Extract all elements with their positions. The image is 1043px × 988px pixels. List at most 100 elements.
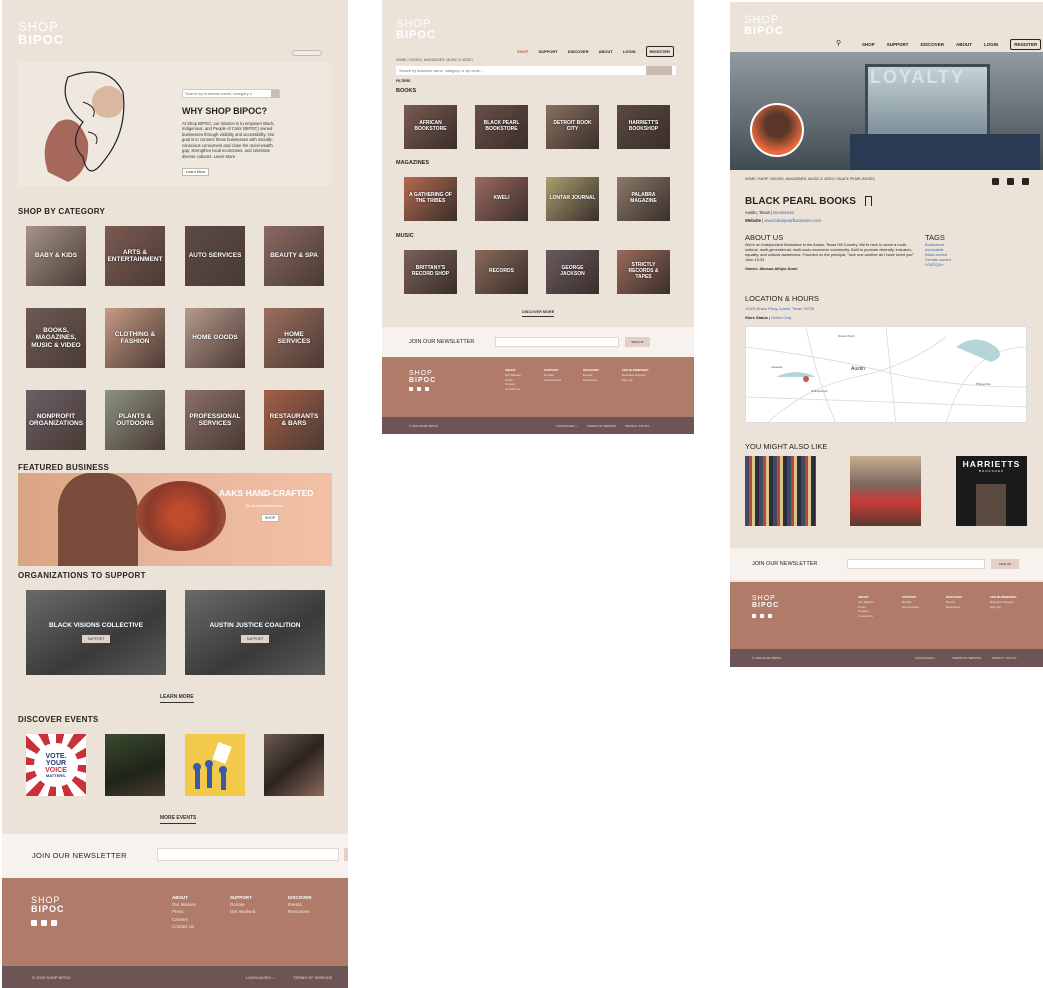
org-card[interactable]: BLACK VISIONS COLLECTIVE SUPPORT (26, 590, 166, 675)
nav-item[interactable]: LOGIN (984, 42, 998, 47)
featured-shop-button[interactable]: SHOP (261, 514, 280, 522)
languages-dropdown[interactable]: LANGUAGES ⌄ (556, 424, 578, 428)
also-like-bookshelf[interactable] (745, 456, 816, 526)
search-bar[interactable] (182, 89, 280, 98)
category-tile[interactable]: PROFESSIONAL SERVICES (185, 390, 245, 450)
footer-link[interactable]: Contact Us (858, 614, 874, 619)
footer-logo[interactable]: SHOP BIPOC (409, 370, 436, 384)
hero-learn-more-button[interactable]: Learn More (182, 168, 210, 176)
category-tile[interactable]: ARTS & ENTERTAINMENT (105, 226, 165, 286)
footer-link[interactable]: Press (172, 908, 196, 915)
search-icon[interactable]: ⚲ (836, 39, 841, 47)
search-icon[interactable] (271, 89, 279, 98)
languages-dropdown[interactable]: LANGUAGES ⌄ (246, 975, 275, 980)
logo[interactable]: SHOP BIPOC (744, 15, 784, 37)
business-tile[interactable]: KWELI (475, 177, 528, 221)
footer-logo[interactable]: SHOP BIPOC (752, 595, 779, 609)
newsletter-email-input[interactable] (495, 337, 619, 347)
register-button[interactable]: REGISTER (1010, 39, 1042, 50)
footer-link[interactable]: Our Mission (858, 600, 874, 605)
nav-item[interactable]: ABOUT (956, 42, 972, 47)
newsletter-email-input[interactable] (157, 848, 339, 861)
tag-link[interactable]: LGBTQIA+ (925, 262, 951, 267)
footer-link[interactable]: Our Mission (505, 373, 521, 378)
business-tile[interactable]: PALABRA MAGAZINE (617, 177, 670, 221)
category-tile[interactable]: BABY & KIDS (26, 226, 86, 286)
footer-link[interactable]: Get Involved (544, 378, 561, 383)
category-tile[interactable]: AUTO SERVICES (185, 226, 245, 286)
org-support-button[interactable]: SUPPORT (81, 635, 111, 643)
category-tile[interactable]: HOME SERVICES (264, 308, 324, 368)
footer-link[interactable]: Get Involved (902, 605, 919, 610)
category-tile[interactable]: BEAUTY & SPA (264, 226, 324, 286)
featured-banner[interactable]: AAKS HAND-CRAFTED By Akosua Afriyie-Kumi… (18, 473, 332, 566)
org-support-button[interactable]: SUPPORT (240, 635, 270, 643)
category-tile[interactable]: HOME GOODS (185, 308, 245, 368)
newsletter-signup-button[interactable] (344, 848, 348, 861)
instagram-icon[interactable] (425, 387, 429, 391)
newsletter-signup-button[interactable]: SIGN UP (625, 337, 650, 347)
twitter-icon[interactable] (760, 614, 764, 618)
nav-item[interactable]: SUPPORT (887, 42, 909, 47)
nav-item[interactable]: DISCOVER (568, 49, 589, 54)
business-tile[interactable]: A GATHERING OF THE TRIBES (404, 177, 457, 221)
learn-more-link[interactable]: LEARN MORE (160, 694, 194, 703)
languages-dropdown[interactable]: LANGUAGES ⌄ (915, 656, 937, 660)
more-events-link[interactable]: MORE EVENTS (160, 815, 197, 824)
instagram-icon[interactable] (1022, 178, 1029, 185)
footer-link[interactable]: Contact Us (505, 387, 521, 392)
footer-link[interactable]: Resources (288, 908, 312, 915)
business-tile[interactable]: AFRICAN BOOKSTORE (404, 105, 457, 149)
location-map[interactable]: Austin Lakeway Rollingwood Round Rock Pf… (745, 326, 1027, 423)
business-tile[interactable]: STRICTLY RECORDS & TAPES (617, 250, 670, 294)
search-input[interactable] (183, 91, 271, 96)
business-tile[interactable]: DETROIT BOOK CITY (546, 105, 599, 149)
also-like-owner[interactable] (850, 456, 921, 526)
nav-item[interactable]: SHOP (862, 42, 875, 47)
instagram-icon[interactable] (51, 920, 57, 926)
facebook-icon[interactable] (752, 614, 756, 618)
newsletter-email-input[interactable] (847, 559, 985, 569)
footer-link[interactable]: Events (288, 901, 312, 908)
address[interactable]: 12400 Bravo Pkwy, Austin, Texas 78726 (745, 306, 814, 311)
category-tile[interactable]: PLANTS & OUTDOORS (105, 390, 165, 450)
instagram-icon[interactable] (768, 614, 772, 618)
category-tile[interactable]: CLOTHING & FASHION (105, 308, 165, 368)
twitter-icon[interactable] (417, 387, 421, 391)
business-tile[interactable]: HARRIETT'S BOOKSHOP (617, 105, 670, 149)
footer-link[interactable]: Business Support (990, 600, 1017, 605)
business-tile[interactable]: BRITTANY'S RECORD SHOP (404, 250, 457, 294)
nav-item[interactable]: ABOUT (599, 49, 613, 54)
logo[interactable]: SHOP BIPOC (396, 19, 436, 41)
business-tile[interactable]: BLACK PEARL BOOKSTORE (475, 105, 528, 149)
footer-link[interactable]: Resources (583, 378, 599, 383)
header-button[interactable] (292, 50, 322, 56)
business-tile[interactable]: RECORDS (475, 250, 528, 294)
footer-link[interactable]: Get Involved (230, 908, 255, 915)
register-button[interactable]: REGISTER (645, 46, 674, 57)
search-bar[interactable] (396, 66, 676, 75)
org-card[interactable]: AUSTIN JUSTICE COALITION SUPPORT (185, 590, 325, 675)
footer-link[interactable]: Business Support (622, 373, 649, 378)
twitter-icon[interactable] (992, 178, 999, 185)
privacy-link[interactable]: PRIVACY POLICY (625, 424, 650, 428)
event-hands-illustration[interactable] (185, 734, 245, 796)
facebook-icon[interactable] (409, 387, 413, 391)
terms-link[interactable]: TERMS OF SERVICE (293, 975, 332, 980)
business-tile[interactable]: GEORGE JACKSON (546, 250, 599, 294)
nav-item[interactable]: SUPPORT (538, 49, 557, 54)
search-icon[interactable] (646, 66, 672, 75)
newsletter-signup-button[interactable]: SIGN UP (991, 559, 1019, 569)
footer-link[interactable]: Sign Up (622, 378, 649, 383)
event-vote[interactable]: VOTE. YOUR VOICE MATTERS. (26, 734, 86, 796)
footer-link[interactable]: Donate (230, 901, 255, 908)
footer-link[interactable]: Contact Us (172, 923, 196, 930)
event-protest-photo[interactable] (264, 734, 324, 796)
footer-link[interactable]: Resources (946, 605, 962, 610)
twitter-icon[interactable] (41, 920, 47, 926)
business-tile[interactable]: LONTAR JOURNAL (546, 177, 599, 221)
logo[interactable]: SHOP BIPOC (18, 20, 64, 46)
discover-more-link[interactable]: DISCOVER MORE (522, 310, 555, 317)
nav-item[interactable]: DISCOVER (921, 42, 945, 47)
footer-link[interactable]: Careers (172, 916, 196, 923)
